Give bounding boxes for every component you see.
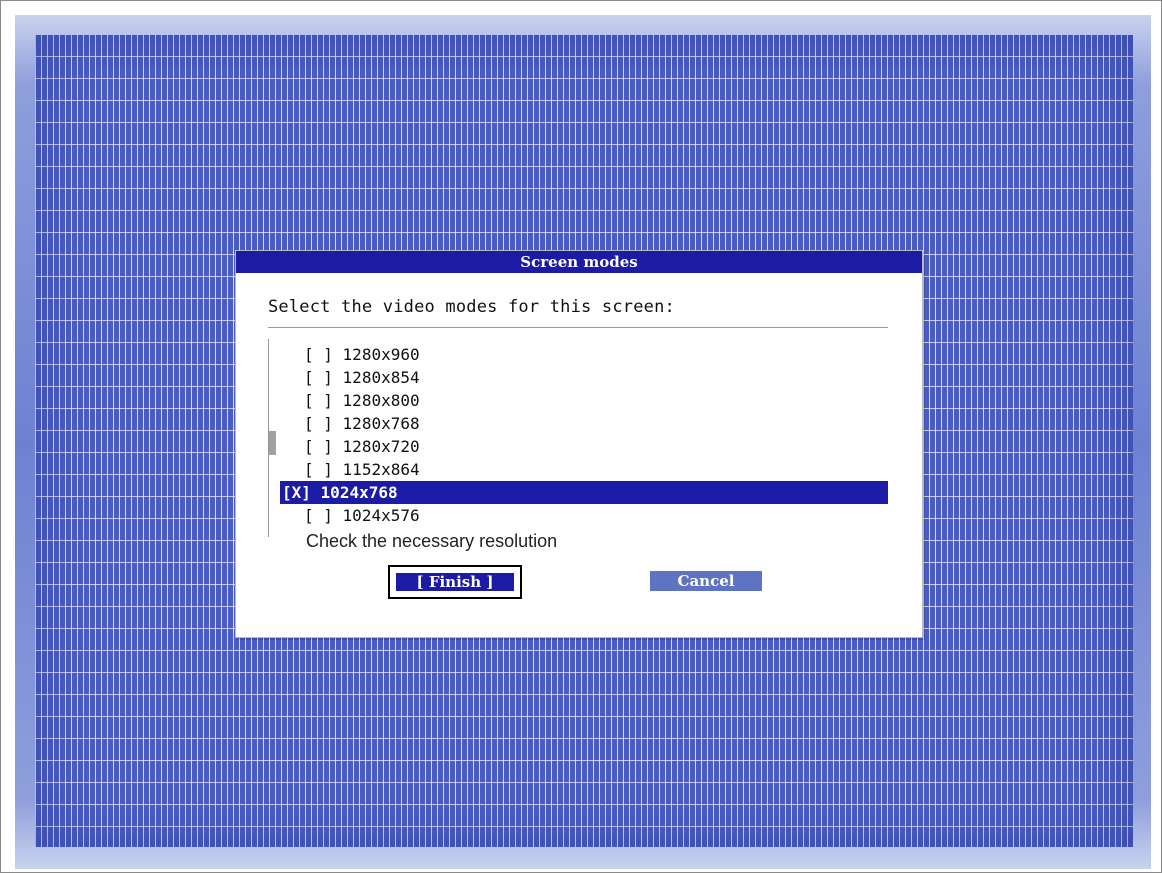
mode-label: 1280x800 bbox=[342, 391, 420, 410]
mode-checkbox[interactable]: [ ] bbox=[304, 460, 333, 479]
mode-label: 1280x720 bbox=[342, 437, 420, 456]
list-item[interactable]: [ ] 1280x720 bbox=[280, 435, 888, 458]
mode-checkbox[interactable]: [ ] bbox=[304, 414, 333, 433]
dialog-title: Screen modes bbox=[236, 251, 922, 273]
dialog-prompt: Select the video modes for this screen: bbox=[268, 297, 675, 317]
finish-button-focus-frame: [ Finish ] bbox=[388, 565, 522, 599]
screenshot-frame: Screen modes Select the video modes for … bbox=[0, 0, 1162, 873]
mode-checkbox[interactable]: [ ] bbox=[304, 506, 333, 525]
mode-label: 1024x768 bbox=[320, 483, 398, 502]
list-item[interactable]: [ ] 1280x768 bbox=[280, 412, 888, 435]
finish-button[interactable]: [ Finish ] bbox=[396, 573, 514, 591]
list-item[interactable]: [ ] 1280x800 bbox=[280, 389, 888, 412]
scrollbar-thumb[interactable] bbox=[269, 431, 276, 455]
list-item-selected[interactable]: [X] 1024x768 bbox=[280, 481, 888, 504]
mode-checkbox-checked[interactable]: [X] bbox=[282, 483, 311, 502]
mode-label: 1024x576 bbox=[342, 506, 420, 525]
mode-checkbox[interactable]: [ ] bbox=[304, 345, 333, 364]
divider bbox=[268, 327, 888, 328]
mode-checkbox[interactable]: [ ] bbox=[304, 391, 333, 410]
list-item[interactable]: [ ] 1024x576 bbox=[280, 504, 888, 527]
list-item[interactable]: [ ] 1152x864 bbox=[280, 458, 888, 481]
mode-checkbox[interactable]: [ ] bbox=[304, 368, 333, 387]
hint-text: Check the necessary resolution bbox=[306, 531, 558, 551]
list-item[interactable]: [ ] 1280x960 bbox=[280, 343, 888, 366]
cancel-button[interactable]: Cancel bbox=[650, 571, 762, 591]
list-item[interactable]: [ ] 1280x854 bbox=[280, 366, 888, 389]
mode-checkbox[interactable]: [ ] bbox=[304, 437, 333, 456]
mode-label: 1280x768 bbox=[342, 414, 420, 433]
mode-label: 1280x960 bbox=[342, 345, 420, 364]
screen-modes-dialog: Screen modes Select the video modes for … bbox=[235, 250, 923, 638]
mode-label: 1280x854 bbox=[342, 368, 420, 387]
video-mode-list: [ ] 1280x960 [ ] 1280x854 [ ] 1280x800 [… bbox=[280, 343, 888, 527]
mode-label: 1152x864 bbox=[342, 460, 420, 479]
